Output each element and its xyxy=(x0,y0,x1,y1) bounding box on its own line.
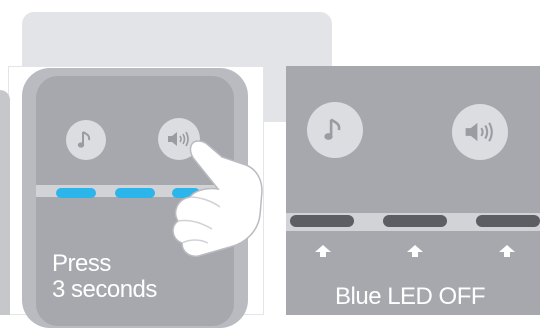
led-right-3 xyxy=(476,215,540,227)
led-left-1 xyxy=(56,188,96,198)
music-button-right[interactable] xyxy=(307,102,363,158)
music-note-icon xyxy=(77,131,91,148)
speaker-button-right[interactable] xyxy=(452,104,508,160)
caption-seconds: 3 seconds xyxy=(52,276,157,303)
up-arrow-icon xyxy=(407,245,423,257)
led-right-1 xyxy=(290,215,354,227)
left-edge-decoration xyxy=(0,90,10,315)
up-arrow-icon xyxy=(499,245,515,257)
led-right-2 xyxy=(383,215,447,227)
led-left-2 xyxy=(115,188,155,198)
caption-blue-led-off: Blue LED OFF xyxy=(335,283,486,310)
up-arrow-icon xyxy=(315,245,331,257)
music-button-left[interactable] xyxy=(66,120,106,160)
speaker-volume-icon xyxy=(465,122,493,142)
music-note-icon xyxy=(324,118,341,140)
hand-pressing-icon xyxy=(172,140,263,257)
caption-press: Press xyxy=(52,250,111,277)
